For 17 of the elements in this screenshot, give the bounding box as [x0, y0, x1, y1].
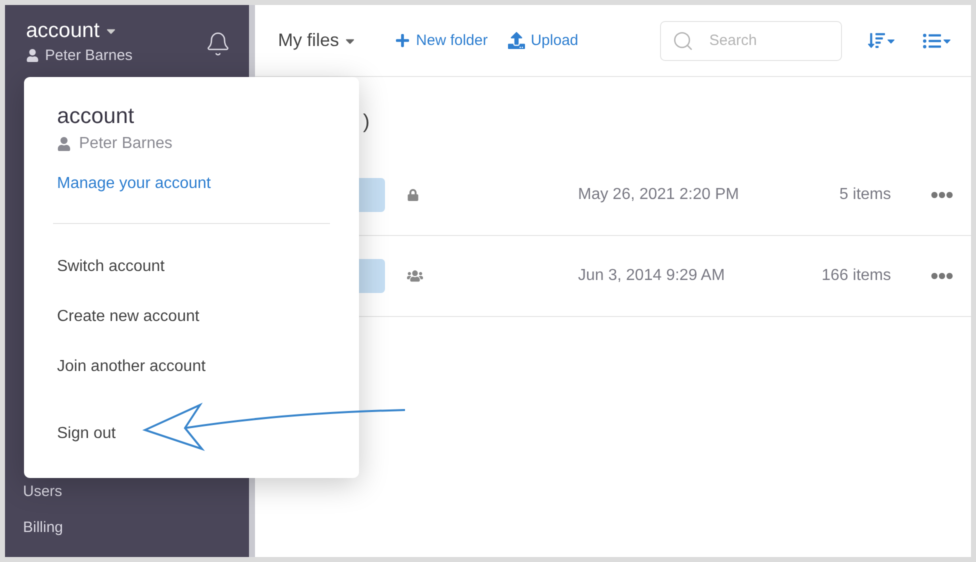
modified-date: Jun 3, 2014 9:29 AM	[578, 267, 726, 285]
manage-account-link[interactable]: Manage your account	[57, 175, 211, 193]
menu-account-name: account	[57, 103, 136, 129]
item-count: 5 items	[838, 186, 891, 204]
user-name: Peter Barnes	[26, 47, 133, 64]
new-folder-button[interactable]: New folder	[395, 32, 488, 49]
search-field[interactable]: Search	[660, 20, 842, 60]
item-count: 166 items	[820, 267, 891, 285]
account-switcher[interactable]: account	[26, 19, 133, 43]
sidebar-item[interactable]: Billing	[5, 509, 249, 545]
menu-user-name: Peter Barnes	[57, 135, 330, 153]
menu-item[interactable]: Join another account	[57, 342, 330, 392]
sign-out-item[interactable]: Sign out	[57, 409, 330, 459]
modified-date: May 26, 2021 2:20 PM	[578, 186, 740, 204]
folder-heading: )	[363, 111, 371, 135]
location-dropdown[interactable]: My files	[278, 30, 358, 51]
upload-button[interactable]: Upload	[508, 32, 578, 49]
